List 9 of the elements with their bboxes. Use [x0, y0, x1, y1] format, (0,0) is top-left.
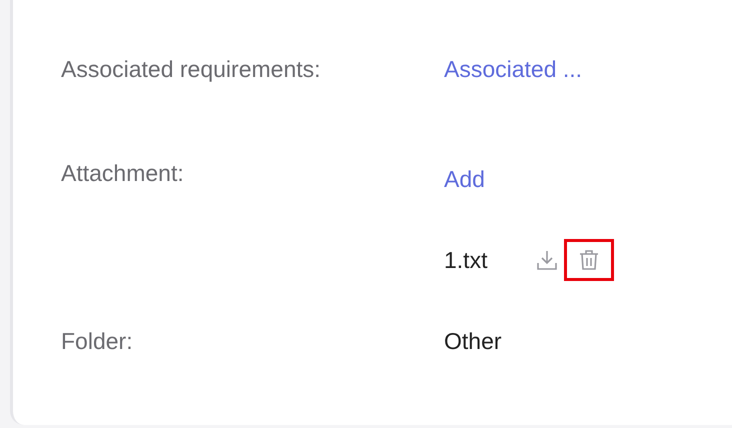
field-label: Folder: — [61, 327, 134, 356]
requirements-link[interactable]: Associated ... — [444, 56, 582, 82]
field-label: Associated requirements: — [61, 55, 322, 84]
download-icon[interactable] — [535, 248, 560, 272]
file-name: 1.txt — [444, 246, 488, 275]
field-label: Attachment: — [61, 158, 185, 188]
folder-value: Other — [444, 328, 502, 354]
delete-icon[interactable] — [567, 242, 612, 278]
add-link[interactable]: Add — [444, 166, 485, 192]
